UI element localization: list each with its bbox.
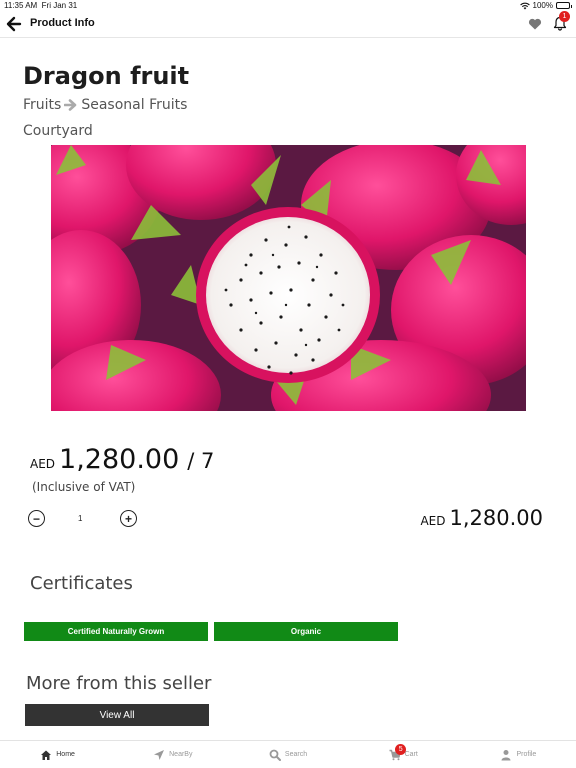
tab-label: NearBy — [169, 751, 193, 758]
product-title: Dragon fruit — [23, 62, 190, 90]
unit-price: AED 1,280.00 / 7 — [30, 444, 214, 475]
quantity-increase-button[interactable]: + — [120, 510, 137, 527]
arrow-right-icon — [64, 99, 77, 111]
tab-label: Search — [284, 751, 308, 758]
tab-label: Cart — [404, 751, 418, 758]
battery-icon — [556, 2, 572, 9]
price-currency: AED — [30, 457, 56, 471]
wifi-icon — [519, 2, 530, 9]
tab-home[interactable]: Home — [0, 741, 115, 768]
nav-bar: Product Info 1 — [0, 11, 576, 38]
total-amount: 1,280.00 — [449, 506, 543, 530]
favorite-heart-icon[interactable] — [528, 17, 542, 31]
minus-icon: − — [32, 511, 40, 526]
tab-cart[interactable]: Cart 5 — [346, 741, 461, 768]
certificate-badge: Organic — [214, 622, 398, 641]
status-right: 100% — [519, 1, 572, 10]
notification-badge: 1 — [559, 11, 570, 22]
product-location: Courtyard — [23, 123, 93, 139]
more-from-seller-title: More from this seller — [26, 673, 212, 694]
quantity-decrease-button[interactable]: − — [28, 510, 45, 527]
tab-nearby[interactable]: NearBy — [115, 741, 230, 768]
price-amount: 1,280.00 — [59, 444, 180, 475]
breadcrumb-subcategory[interactable]: Seasonal Fruits — [81, 97, 187, 113]
search-icon — [269, 749, 281, 761]
view-all-button[interactable]: View All — [25, 704, 209, 726]
breadcrumb-category[interactable]: Fruits — [23, 97, 61, 113]
breadcrumb: Fruits Seasonal Fruits — [23, 97, 187, 113]
certificates-title: Certificates — [30, 573, 133, 594]
quantity-value: 1 — [78, 514, 83, 523]
home-icon — [41, 750, 52, 760]
product-image — [51, 145, 526, 411]
vat-note: (Inclusive of VAT) — [32, 480, 136, 494]
tab-profile[interactable]: Profile — [461, 741, 576, 768]
tab-search[interactable]: Search — [230, 741, 345, 768]
status-time: 11:35 AM Fri Jan 31 — [4, 1, 78, 10]
tab-label: Profile — [516, 751, 537, 758]
plus-icon: + — [124, 511, 132, 526]
status-bar: 11:35 AM Fri Jan 31 100% — [0, 0, 576, 12]
price-unit: / 7 — [187, 449, 215, 473]
back-arrow-icon[interactable] — [6, 16, 22, 32]
certificate-badge: Certified Naturally Grown — [24, 622, 208, 641]
tab-label: Home — [56, 751, 75, 758]
total-currency: AED — [420, 514, 446, 528]
battery-percent: 100% — [532, 1, 553, 10]
user-icon — [501, 749, 511, 760]
bottom-tab-bar: Home NearBy Search Cart 5 Profile — [0, 740, 576, 768]
nav-title: Product Info — [30, 17, 95, 29]
total-price: AED 1,280.00 — [420, 506, 543, 530]
location-arrow-icon — [154, 749, 165, 760]
